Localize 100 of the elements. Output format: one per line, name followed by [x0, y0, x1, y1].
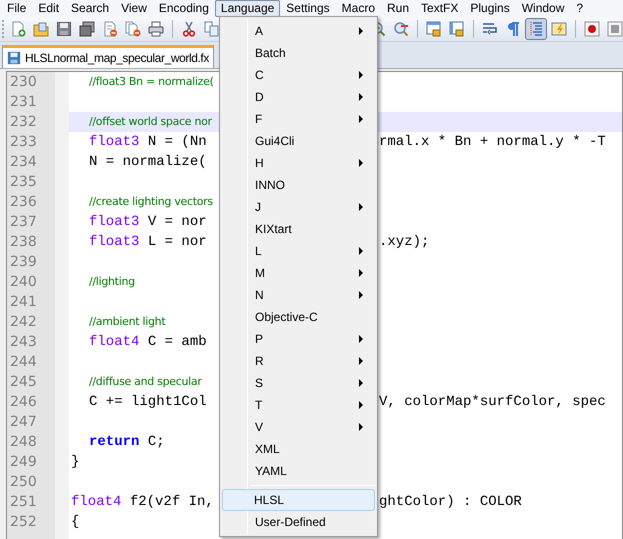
line-number: 240 [9, 273, 38, 292]
menu-item[interactable]: XML [222, 438, 375, 460]
menu-bar-item[interactable]: Settings [280, 0, 336, 17]
record-icon [584, 21, 600, 37]
menu-item[interactable]: C [222, 64, 375, 86]
code-text: N = (Nn [146, 133, 207, 152]
code-comment: //float3 Bn = normalize( [89, 74, 214, 90]
menu-item[interactable]: Batch [222, 42, 375, 64]
menu-item[interactable]: M [222, 262, 375, 284]
menu-item[interactable]: User-Defined [222, 511, 375, 533]
menu-item[interactable]: H [222, 152, 375, 174]
scissors-icon [181, 21, 197, 37]
code-text: { [71, 513, 80, 532]
code-text: .xyz); [379, 233, 430, 252]
menu-bar-item[interactable]: Plugins [464, 0, 516, 17]
code-text: C += light1Col [89, 393, 207, 412]
menu-bar-item[interactable]: Macro [336, 0, 381, 17]
code-text: rmal.x * Bn + normal.y * -T [379, 133, 606, 152]
code-text: float4 [71, 493, 122, 512]
menu-item[interactable]: Gui4Cli [222, 130, 375, 152]
stacked-disks-icon [79, 21, 95, 37]
line-number: 244 [9, 353, 38, 372]
code-text: return [89, 433, 140, 452]
menu-bar-item[interactable]: Edit [32, 0, 66, 17]
menu-bar-item[interactable]: View [115, 0, 153, 17]
menu-item[interactable]: F [222, 108, 375, 130]
menu-item[interactable]: YAML [222, 460, 375, 482]
line-number: 252 [9, 513, 38, 532]
line-number: 242 [9, 313, 38, 332]
menu-item[interactable]: HLSL [222, 489, 375, 511]
menu-bar-item[interactable]: Encoding [152, 0, 215, 17]
line-number: 230 [9, 73, 38, 92]
line-number: 249 [9, 453, 38, 472]
line-number: 238 [9, 233, 38, 252]
magnifier-minus-icon [393, 21, 409, 37]
stop-icon [607, 21, 623, 37]
line-number: 234 [9, 153, 38, 172]
menu-bar-item[interactable]: ? [570, 0, 590, 17]
menu-item[interactable]: N [222, 284, 375, 306]
menu-bar-item[interactable]: TextFX [415, 0, 464, 17]
word-wrap-icon [482, 21, 498, 37]
menu-item[interactable]: KIXtart [222, 218, 375, 240]
code-comment: //ambient light [89, 314, 166, 330]
menu-item[interactable]: R [222, 350, 375, 372]
printer-icon [148, 21, 164, 37]
line-number: 231 [9, 93, 38, 112]
line-number: 250 [9, 473, 38, 492]
code-comment: //create lighting vectors [89, 194, 213, 210]
menu-bar-item[interactable]: Window [516, 0, 570, 17]
line-number: 246 [9, 393, 38, 412]
line-number: 248 [9, 433, 38, 452]
code-text: float3 [89, 213, 140, 232]
menu-bar-item[interactable]: Search [65, 0, 116, 17]
window-lock-icon [426, 21, 442, 37]
line-number: 243 [9, 333, 38, 352]
line-number: 239 [9, 253, 38, 272]
documents-minus-icon [125, 21, 141, 37]
window-lock-icon [449, 21, 465, 37]
folder-icon [33, 21, 49, 37]
new-file-icon [10, 21, 26, 37]
indent-guide-icon [528, 21, 544, 37]
line-number: 241 [9, 293, 38, 312]
menu-item[interactable]: D [222, 86, 375, 108]
code-text: C; [146, 433, 165, 452]
line-number: 237 [9, 213, 38, 232]
code-text: float3 [89, 133, 140, 152]
lightning-window-icon [551, 21, 567, 37]
code-text: V = nor [146, 213, 207, 232]
menu-bar-item[interactable]: File [1, 0, 32, 17]
menu-item[interactable]: L [222, 240, 375, 262]
menu-item[interactable]: S [222, 372, 375, 394]
menu-item[interactable]: J [222, 196, 375, 218]
code-text: C = amb [146, 333, 207, 352]
code-text: V, colorMap*surfColor, spec [379, 393, 606, 412]
line-number: 232 [9, 113, 38, 132]
code-text: f2(v2f In, [128, 493, 214, 512]
pilcrow-icon [505, 21, 521, 37]
code-text: N = normalize( [89, 153, 207, 172]
menu-item[interactable]: P [222, 328, 375, 350]
menu-item[interactable]: V [222, 416, 375, 438]
line-number: 236 [9, 193, 38, 212]
line-number: 235 [9, 173, 38, 192]
line-number: 233 [9, 133, 38, 152]
line-number: 251 [9, 493, 38, 512]
code-comment: //offset world space nor [89, 114, 212, 130]
code-text: ghtColor) : COLOR [379, 493, 522, 512]
menu-item[interactable]: INNO [222, 174, 375, 196]
code-text: L = nor [146, 233, 207, 252]
code-text: } [71, 453, 80, 472]
document-minus-icon [102, 21, 118, 37]
menu-bar-item[interactable]: Run [381, 0, 416, 17]
menu-item[interactable]: T [222, 394, 375, 416]
menu-item[interactable]: Objective-C [222, 306, 375, 328]
file-tab[interactable]: HLSLnormal_map_specular_world.fx [2, 45, 214, 68]
menu-bar-item[interactable]: Language [214, 0, 280, 17]
line-number: 247 [9, 413, 38, 432]
code-comment: //lighting [89, 274, 135, 290]
code-text: float3 [89, 233, 140, 252]
code-text: float4 [89, 333, 140, 352]
line-number: 245 [9, 373, 38, 392]
